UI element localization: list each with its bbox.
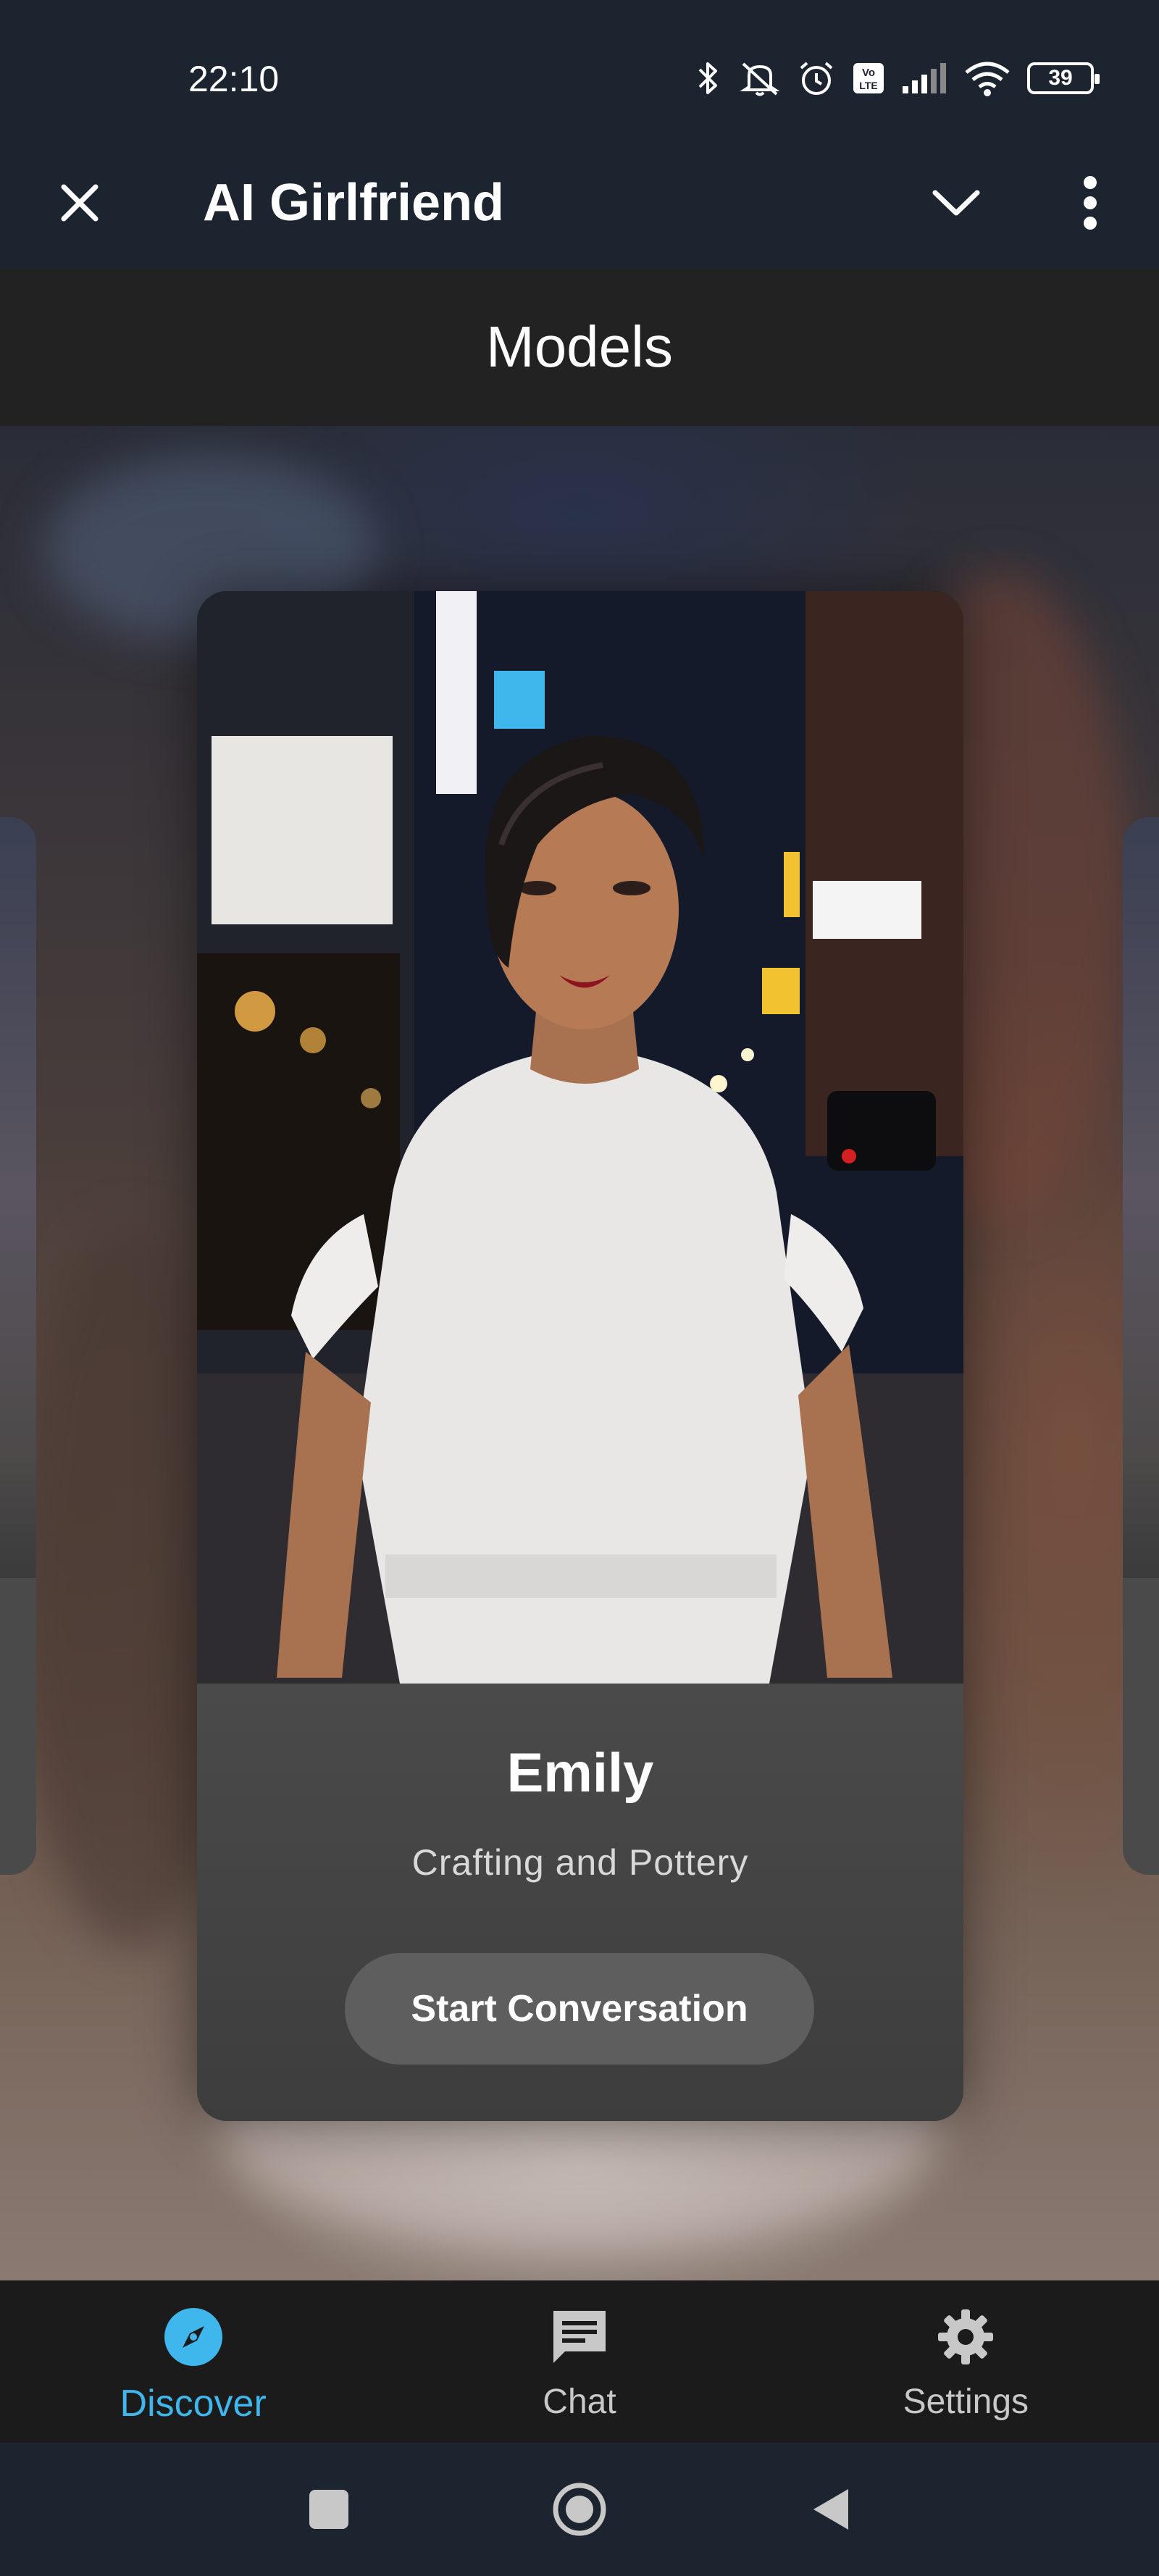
next-model-card[interactable] — [1123, 817, 1159, 1875]
wifi-icon — [963, 59, 1011, 97]
previous-card-info — [0, 1578, 36, 1875]
system-navigation-bar — [0, 2443, 1159, 2576]
square-icon — [309, 2490, 348, 2529]
model-carousel[interactable]: Emily Crafting and Pottery Start Convers… — [0, 426, 1159, 2280]
nav-label-discover: Discover — [120, 2383, 267, 2425]
signal-icon — [901, 62, 947, 95]
nav-item-discover[interactable]: Discover — [0, 2280, 386, 2443]
app-screen: 22:10 Vo LTE 39 AI Girlfriend Models Emi… — [0, 0, 1159, 2576]
model-tagline: Crafting and Pottery — [411, 1842, 749, 1883]
next-card-info — [1123, 1578, 1159, 1875]
section-header: Models — [0, 268, 1159, 426]
bluetooth-icon — [694, 59, 723, 97]
bottom-navigation: Discover Chat Settings — [0, 2280, 1159, 2443]
status-time: 22:10 — [188, 59, 280, 99]
section-title: Models — [486, 314, 673, 379]
model-portrait — [197, 591, 963, 1684]
back-button[interactable] — [794, 2473, 866, 2546]
circle-icon — [553, 2483, 606, 2536]
collapse-button[interactable] — [920, 167, 992, 239]
close-icon — [61, 184, 99, 222]
alarm-icon — [797, 59, 836, 97]
model-info: Emily Crafting and Pottery Start Convers… — [197, 1684, 963, 2121]
triangle-back-icon — [813, 2489, 848, 2530]
battery-icon: 39 — [1027, 62, 1100, 94]
compass-icon — [159, 2302, 228, 2372]
previous-model-card[interactable] — [0, 817, 36, 1875]
model-card: Emily Crafting and Pottery Start Convers… — [197, 591, 963, 2121]
volte-icon: Vo LTE — [852, 62, 885, 95]
more-options-button[interactable] — [1054, 167, 1126, 239]
nav-item-chat[interactable]: Chat — [386, 2280, 772, 2443]
start-conversation-button[interactable]: Start Conversation — [345, 1953, 814, 2065]
home-button[interactable] — [543, 2473, 616, 2546]
nav-label-settings: Settings — [903, 2383, 1029, 2421]
svg-text:Vo: Vo — [862, 67, 875, 79]
recents-button[interactable] — [293, 2473, 365, 2546]
mute-icon — [739, 59, 781, 97]
battery-level: 39 — [1048, 66, 1073, 90]
chevron-down-icon — [932, 190, 980, 216]
app-bar: AI Girlfriend — [0, 138, 1159, 268]
nav-label-chat: Chat — [543, 2383, 616, 2421]
nav-item-settings[interactable]: Settings — [773, 2280, 1159, 2443]
svg-text:LTE: LTE — [859, 80, 877, 91]
close-button[interactable] — [43, 167, 116, 239]
model-name: Emily — [506, 1742, 654, 1804]
status-icons: Vo LTE 39 — [694, 57, 1100, 100]
more-vert-icon — [1084, 176, 1097, 230]
status-bar: 22:10 Vo LTE 39 — [0, 0, 1159, 138]
chat-icon — [545, 2302, 614, 2372]
gear-icon — [931, 2302, 1000, 2372]
app-title: AI Girlfriend — [203, 174, 505, 232]
